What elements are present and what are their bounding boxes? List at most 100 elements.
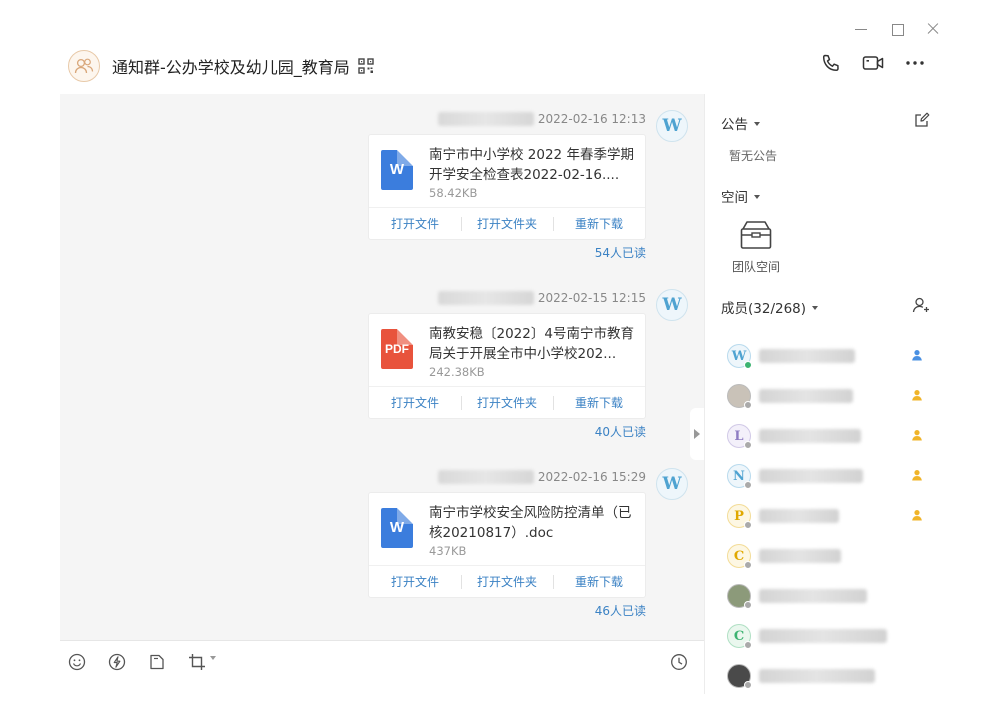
sender-avatar[interactable]: W xyxy=(656,468,688,500)
space-header[interactable]: 空间 xyxy=(721,186,760,206)
message-meta: 2022-02-16 15:29 xyxy=(437,470,646,484)
screenshot-dropdown-icon[interactable] xyxy=(210,656,216,660)
add-member-icon[interactable] xyxy=(912,296,930,318)
chat-title: 通知群-公办学校及幼儿园_教育局 xyxy=(112,58,350,77)
history-icon[interactable] xyxy=(670,653,688,671)
file-name: 南教安稳〔2022〕4号南宁市教育局关于开展全市中小学校202... xyxy=(429,326,634,362)
open-folder-button[interactable]: 打开文件夹 xyxy=(461,573,553,590)
online-status-dot xyxy=(744,681,752,689)
members-label: 成员(32/268) xyxy=(721,301,807,317)
online-status-dot xyxy=(744,601,752,609)
online-status-dot xyxy=(744,521,752,529)
close-button[interactable] xyxy=(926,22,940,36)
members-header[interactable]: 成员(32/268) xyxy=(721,297,819,317)
member-role-icon xyxy=(912,350,922,361)
file-actions: 打开文件 打开文件夹 重新下载 xyxy=(369,565,645,597)
sender-name-blurred xyxy=(437,470,534,484)
open-file-button[interactable]: 打开文件 xyxy=(369,573,461,590)
member-name-blurred xyxy=(759,429,861,443)
notice-empty-text: 暂无公告 xyxy=(729,149,778,163)
pdf-file-icon: PDF xyxy=(381,329,413,369)
member-avatar xyxy=(727,384,752,409)
sender-name-blurred xyxy=(437,112,534,126)
message-area[interactable]: 2022-02-16 12:13 W W 南宁市中小学校 2022 年春季学期开… xyxy=(60,94,704,640)
video-call-icon[interactable] xyxy=(862,52,884,74)
chevron-right-icon xyxy=(694,429,700,439)
chevron-down-icon xyxy=(754,195,760,199)
quick-reply-icon[interactable] xyxy=(108,653,126,671)
member-role-icon xyxy=(912,470,922,481)
redownload-button[interactable]: 重新下载 xyxy=(553,573,645,590)
notice-header[interactable]: 公告 xyxy=(721,113,760,133)
member-avatar: L xyxy=(727,424,752,449)
member-name-blurred xyxy=(759,509,839,523)
member-item[interactable]: P xyxy=(727,496,937,536)
collapse-panel-handle[interactable] xyxy=(690,408,704,460)
member-role-icon xyxy=(912,390,922,401)
member-item[interactable]: L xyxy=(727,416,937,456)
message-time: 2022-02-16 12:13 xyxy=(537,112,646,126)
member-item[interactable] xyxy=(727,656,937,696)
chat-header: 通知群-公办学校及幼儿园_教育局 xyxy=(60,44,936,88)
online-status-dot xyxy=(744,641,752,649)
member-item[interactable] xyxy=(727,576,937,616)
edit-notice-icon[interactable] xyxy=(914,112,930,132)
side-panel: 公告 暂无公告 空间 团队空间 成员(32/268) W LNP C C xyxy=(704,94,940,694)
member-item[interactable]: N xyxy=(727,456,937,496)
online-status-dot xyxy=(744,401,752,409)
screenshot-icon[interactable] xyxy=(188,653,206,671)
member-list: WLNPCC xyxy=(727,336,937,696)
group-avatar[interactable] xyxy=(68,50,100,82)
input-bar xyxy=(60,640,704,684)
member-name-blurred xyxy=(759,469,863,483)
minimize-button[interactable] xyxy=(854,22,868,36)
more-icon[interactable] xyxy=(904,52,926,74)
member-name-blurred xyxy=(759,549,841,563)
file-icon[interactable] xyxy=(148,653,166,671)
file-card[interactable]: PDF 南教安稳〔2022〕4号南宁市教育局关于开展全市中小学校202... 2… xyxy=(368,313,646,419)
member-role-icon xyxy=(912,510,922,521)
read-count[interactable]: 54人已读 xyxy=(595,244,646,261)
open-file-button[interactable]: 打开文件 xyxy=(369,394,461,411)
member-item[interactable] xyxy=(727,376,937,416)
sender-avatar[interactable]: W xyxy=(656,289,688,321)
member-avatar xyxy=(727,584,752,609)
file-card[interactable]: W 南宁市学校安全风险防控清单（已核20210817）.doc 437KB 打开… xyxy=(368,492,646,598)
member-role-icon xyxy=(912,430,922,441)
chevron-down-icon xyxy=(812,306,819,310)
message-time: 2022-02-15 12:15 xyxy=(537,291,646,305)
team-space-item[interactable]: 团队空间 xyxy=(727,220,785,275)
message-meta: 2022-02-15 12:15 xyxy=(437,291,646,305)
qr-code-icon[interactable] xyxy=(358,58,374,74)
member-avatar: W xyxy=(727,344,752,369)
file-card[interactable]: W 南宁市中小学校 2022 年春季学期开学安全检查表2022-02-16...… xyxy=(368,134,646,240)
open-folder-button[interactable]: 打开文件夹 xyxy=(461,394,553,411)
member-name-blurred xyxy=(759,349,855,363)
member-item[interactable]: W xyxy=(727,336,937,376)
online-status-dot xyxy=(744,361,752,369)
sender-avatar[interactable]: W xyxy=(656,110,688,142)
read-count[interactable]: 40人已读 xyxy=(595,423,646,440)
redownload-button[interactable]: 重新下载 xyxy=(553,215,645,232)
member-item[interactable]: C xyxy=(727,616,937,656)
online-status-dot xyxy=(744,561,752,569)
maximize-button[interactable] xyxy=(890,22,904,36)
member-name-blurred xyxy=(759,589,867,603)
word-file-icon: W xyxy=(381,150,413,190)
voice-call-icon[interactable] xyxy=(820,52,842,74)
read-count[interactable]: 46人已读 xyxy=(595,602,646,619)
notice-label: 公告 xyxy=(721,117,748,133)
group-icon xyxy=(74,58,94,74)
file-size: 437KB xyxy=(429,544,467,558)
message-meta: 2022-02-16 12:13 xyxy=(437,112,646,126)
chat-window: 通知群-公办学校及幼儿园_教育局 2022-02-16 12:13 W W 南宁… xyxy=(0,0,990,707)
open-folder-button[interactable]: 打开文件夹 xyxy=(461,215,553,232)
emoji-icon[interactable] xyxy=(68,653,86,671)
header-actions xyxy=(820,52,926,74)
word-file-icon: W xyxy=(381,508,413,548)
member-name-blurred xyxy=(759,669,875,683)
member-item[interactable]: C xyxy=(727,536,937,576)
box-icon xyxy=(740,221,772,249)
redownload-button[interactable]: 重新下载 xyxy=(553,394,645,411)
open-file-button[interactable]: 打开文件 xyxy=(369,215,461,232)
